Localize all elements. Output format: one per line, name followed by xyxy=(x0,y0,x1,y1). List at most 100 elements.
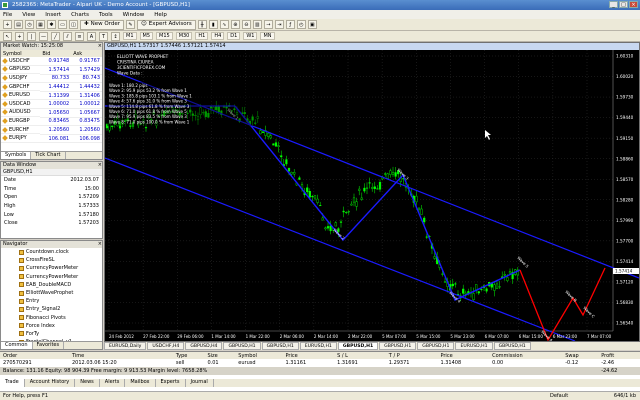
table-row[interactable]: USDCHF 0.91748 0.91767 xyxy=(1,57,102,67)
navigator-item[interactable]: Entry_Signal2 xyxy=(1,305,102,313)
close-button[interactable]: × xyxy=(629,1,638,8)
arrows-icon[interactable]: ↕ xyxy=(111,31,120,41)
tester-icon[interactable]: ◫ xyxy=(69,20,78,29)
expert-advisors-button[interactable]: ☺ Expert Advisors xyxy=(136,19,196,30)
period-d1[interactable]: D1 xyxy=(227,32,241,40)
close-icon[interactable]: × xyxy=(98,241,102,248)
column-header[interactable]: Time xyxy=(69,352,173,359)
menu-view[interactable]: View xyxy=(22,12,35,18)
market-watch-icon[interactable]: ◷ xyxy=(25,20,34,29)
tab-symbols[interactable]: Symbols xyxy=(1,152,32,159)
table-row[interactable]: 270570291 2012.03.06 15:20 sell 0.01 eurusd 1… xyxy=(0,359,640,367)
table-row[interactable]: EURJPY 106.081 106.098 xyxy=(1,134,102,144)
column-header[interactable]: Profit xyxy=(598,352,640,359)
column-header[interactable]: Type xyxy=(172,352,205,359)
col-symbol[interactable]: Symbol xyxy=(1,50,41,57)
chart-tab[interactable]: GBPUSD,H4 xyxy=(185,342,223,350)
period-m5[interactable]: M5 xyxy=(139,32,153,40)
vertical-line-icon[interactable]: | xyxy=(27,31,36,41)
navigator-item[interactable]: ElliottWaveProphet xyxy=(1,289,102,297)
close-icon[interactable]: × xyxy=(98,43,102,50)
col-ask[interactable]: Ask xyxy=(71,50,102,57)
terminal-tab[interactable]: Trade xyxy=(0,379,25,387)
autoscroll-icon[interactable]: → xyxy=(263,20,273,29)
templates-icon[interactable]: ▣ xyxy=(307,20,317,29)
new-order-button[interactable]: ✚ New Order xyxy=(80,19,124,30)
tile-windows-icon[interactable]: ▥ xyxy=(252,20,262,29)
metaeditor-icon[interactable]: ✎ xyxy=(125,20,135,29)
tab-common[interactable]: Common xyxy=(1,342,33,349)
column-header[interactable]: Order xyxy=(0,352,69,359)
period-h4[interactable]: H4 xyxy=(211,32,225,40)
menu-window[interactable]: Window xyxy=(123,12,145,18)
horizontal-line-icon[interactable]: — xyxy=(39,31,48,41)
column-header[interactable]: Price xyxy=(282,352,335,359)
crosshair-icon[interactable]: + xyxy=(15,31,24,41)
period-m15[interactable]: M15 xyxy=(156,32,173,40)
table-row[interactable]: EURGBP 0.83465 0.83475 xyxy=(1,117,102,127)
navigator-item[interactable]: CurrencyPowerMeter xyxy=(1,273,102,281)
column-header[interactable]: T / P xyxy=(385,352,438,359)
price-chart[interactable]: Wave 1Wave 2Wave 3Wave 4Wave 5Wave AWave… xyxy=(105,50,639,341)
new-chart-icon[interactable]: + xyxy=(3,20,12,29)
menu-tools[interactable]: Tools xyxy=(99,12,113,18)
chart-tab[interactable]: EURUSD,Daily xyxy=(104,342,147,350)
chart-tab[interactable]: GBPUSD,H1 xyxy=(379,342,417,350)
trendline-icon[interactable]: ╱ xyxy=(51,31,60,41)
terminal-tab[interactable]: Journal xyxy=(186,379,214,387)
chart-tab[interactable]: GBPUSD,H1 xyxy=(417,342,455,350)
profiles-icon[interactable]: ▤ xyxy=(14,20,23,29)
chart-tab[interactable]: GBPUSD,H1 xyxy=(223,342,261,350)
chart-tab[interactable]: GBPUSD,H1 xyxy=(337,342,379,350)
column-header[interactable]: Size xyxy=(204,352,236,359)
navigator-item[interactable]: Entry xyxy=(1,297,102,305)
chart-tab[interactable]: GBPUSD,H1 xyxy=(493,342,531,350)
navigator-item[interactable]: ForTy xyxy=(1,330,102,338)
text-icon[interactable]: A xyxy=(87,31,96,41)
close-icon[interactable]: × xyxy=(98,162,102,169)
period-m1[interactable]: M1 xyxy=(123,32,137,40)
navigator-item[interactable]: Fibonacci Pivots xyxy=(1,314,102,322)
minimize-button[interactable]: _ xyxy=(609,1,618,8)
table-row[interactable]: GBPCHF 1.44412 1.44432 xyxy=(1,82,102,92)
channel-icon[interactable]: ⫽ xyxy=(63,31,72,41)
column-header[interactable]: Swap xyxy=(562,352,599,359)
terminal-tab[interactable]: Experts xyxy=(156,379,186,387)
table-row[interactable]: EURCHF 1.20560 1.20560 xyxy=(1,125,102,135)
terminal-icon[interactable]: ▭ xyxy=(58,20,67,29)
label-icon[interactable]: T xyxy=(99,31,108,41)
terminal-tab[interactable]: Account History xyxy=(25,379,76,387)
period-mn[interactable]: MN xyxy=(260,32,275,40)
chart-tab[interactable]: EURUSD,H1 xyxy=(299,342,337,350)
chart-tab[interactable]: USDCHF,H4 xyxy=(147,342,185,350)
candle-chart-icon[interactable]: ▮ xyxy=(208,20,218,29)
table-row[interactable]: USDJPY 80.733 80.743 xyxy=(1,74,102,84)
periods-icon[interactable]: ◴ xyxy=(296,20,306,29)
period-h1[interactable]: H1 xyxy=(195,32,209,40)
terminal-tab[interactable]: Alerts xyxy=(100,379,126,387)
maximize-button[interactable]: □ xyxy=(619,1,628,8)
period-w1[interactable]: W1 xyxy=(243,32,258,40)
data-window-icon[interactable]: ▦ xyxy=(36,20,45,29)
col-bid[interactable]: Bid xyxy=(40,50,72,57)
zoom-in-icon[interactable]: ⊕ xyxy=(230,20,240,29)
terminal-tab[interactable]: News xyxy=(75,379,100,387)
navigator-icon[interactable]: ✱ xyxy=(47,20,56,29)
period-m30[interactable]: M30 xyxy=(175,32,193,40)
navigator-item[interactable]: Countdown.clock xyxy=(1,248,102,256)
bar-chart-icon[interactable]: ╫ xyxy=(197,20,207,29)
menu-file[interactable]: File xyxy=(3,12,12,18)
chart-tab[interactable]: EURUSD,H1 xyxy=(455,342,493,350)
terminal-tab[interactable]: Mailbox xyxy=(125,379,156,387)
menu-help[interactable]: Help xyxy=(154,12,167,18)
table-row[interactable]: GBPUSD 1.57414 1.57429 xyxy=(1,65,102,75)
tab-tick-chart[interactable]: Tick Chart xyxy=(31,152,66,159)
tab-favorites[interactable]: Favorites xyxy=(33,342,65,349)
column-header[interactable]: Commission xyxy=(489,352,563,359)
cursor-icon[interactable]: ↖ xyxy=(3,31,12,41)
chart-window[interactable]: GBPUSD,H1 1.57317 1.57446 1.57121 1.5741… xyxy=(104,42,640,342)
navigator-item[interactable]: CurrencyPowerMeter xyxy=(1,264,102,272)
chart-tab[interactable]: GBPUSD,H1 xyxy=(261,342,299,350)
table-row[interactable]: USDCAD 1.00002 1.00012 xyxy=(1,99,102,110)
line-chart-icon[interactable]: ∿ xyxy=(219,20,229,29)
